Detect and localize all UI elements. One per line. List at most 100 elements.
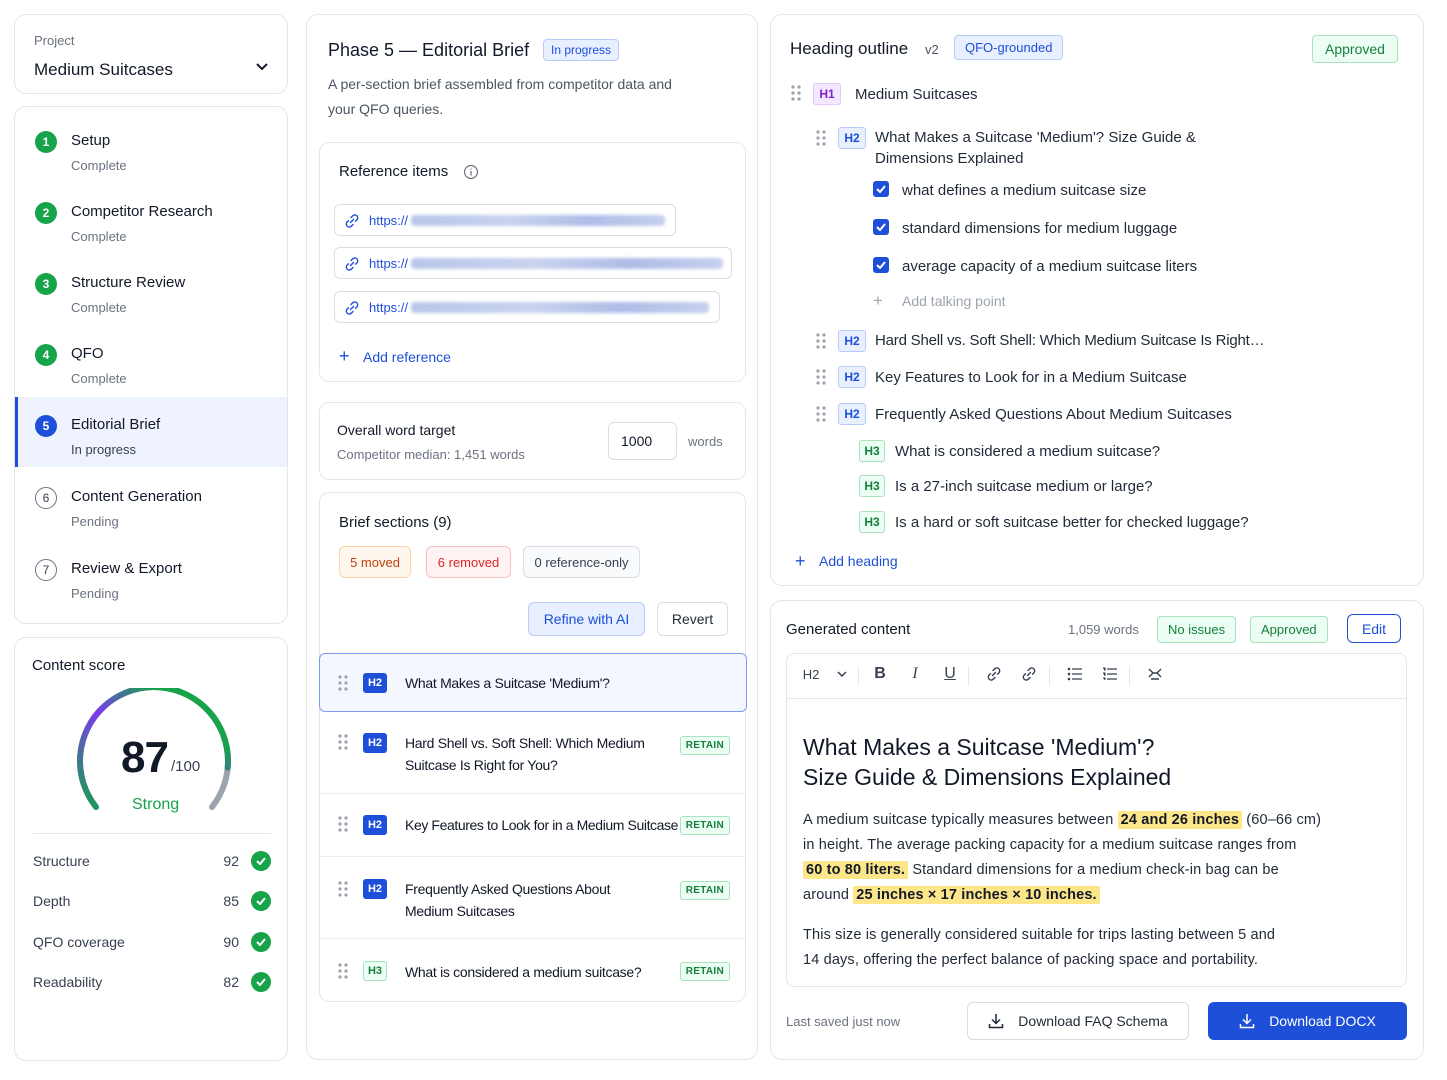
drag-handle-icon[interactable] xyxy=(338,963,348,979)
outline-h3-text[interactable]: Is a hard or soft suitcase better for ch… xyxy=(895,514,1249,531)
drag-handle-icon[interactable] xyxy=(338,881,348,897)
content-score-title: Content score xyxy=(32,657,126,674)
checkbox-checked-icon[interactable] xyxy=(873,181,889,197)
heading-level-badge: H3 xyxy=(859,440,885,462)
removed-filter[interactable]: 6 removed xyxy=(426,546,511,578)
outline-h2-text[interactable]: Hard Shell vs. Soft Shell: Which Medium … xyxy=(875,332,1265,349)
step-number: 3 xyxy=(35,273,57,295)
paragraph-text: Standard dimensions for a medium check-i… xyxy=(912,862,1279,878)
download-faq-label: Download FAQ Schema xyxy=(1018,1013,1168,1029)
link-icon[interactable] xyxy=(983,654,1005,694)
drag-handle-icon[interactable] xyxy=(816,333,826,349)
add-talking-point-button[interactable]: + Add talking point xyxy=(873,291,1053,313)
project-selector[interactable]: Project Medium Suitcases xyxy=(14,14,288,94)
step-content-generation[interactable]: 6 Content Generation Pending xyxy=(15,469,287,539)
unlink-icon[interactable] xyxy=(1018,654,1040,694)
step-status: Pending xyxy=(71,514,119,529)
step-setup[interactable]: 1 Setup Complete xyxy=(15,113,287,183)
project-name: Medium Suitcases xyxy=(34,60,173,79)
step-qfo[interactable]: 4 QFO Complete xyxy=(15,326,287,396)
step-number: 2 xyxy=(35,202,57,224)
heading-level-badge: H1 xyxy=(813,83,841,105)
clear-format-icon[interactable] xyxy=(1144,654,1166,694)
download-docx-button[interactable]: Download DOCX xyxy=(1208,1002,1407,1040)
bullet-list-icon[interactable] xyxy=(1064,654,1086,694)
score-label: Strong xyxy=(132,796,180,813)
step-title: Structure Review xyxy=(71,274,186,291)
competitor-median: Competitor median: 1,451 words xyxy=(337,447,525,462)
drag-handle-icon[interactable] xyxy=(791,85,801,101)
revert-button[interactable]: Revert xyxy=(657,602,728,636)
brief-section-row[interactable]: H2 What Makes a Suitcase 'Medium'? xyxy=(319,653,747,712)
refine-with-ai-button[interactable]: Refine with AI xyxy=(528,602,645,636)
heading-level-badge: H2 xyxy=(838,366,866,388)
reference-url-redacted xyxy=(411,302,709,313)
paragraph-text: in height. The average packing capacity … xyxy=(803,837,1297,853)
bold-icon[interactable]: B xyxy=(869,654,891,694)
italic-icon[interactable]: I xyxy=(904,654,926,694)
outline-h3-text[interactable]: What is considered a medium suitcase? xyxy=(895,443,1160,460)
metric-depth: Depth 85 xyxy=(33,890,271,914)
drag-handle-icon[interactable] xyxy=(816,406,826,422)
download-faq-schema-button[interactable]: Download FAQ Schema xyxy=(967,1002,1189,1040)
reference-link[interactable]: https:// xyxy=(334,247,732,279)
reference-link[interactable]: https:// xyxy=(334,291,720,323)
brief-sections-card: Brief sections (9) 5 moved 6 removed 0 r… xyxy=(319,492,747,1002)
step-review-export[interactable]: 7 Review & Export Pending xyxy=(15,541,287,611)
drag-handle-icon[interactable] xyxy=(816,130,826,146)
step-number: 5 xyxy=(35,415,57,437)
drag-handle-icon[interactable] xyxy=(816,369,826,385)
section-title: What Makes a Suitcase 'Medium'? xyxy=(405,675,610,691)
step-status: Complete xyxy=(71,158,127,173)
heading-level-badge: H3 xyxy=(859,475,885,497)
numbered-list-icon[interactable] xyxy=(1099,654,1121,694)
chevron-down-icon[interactable] xyxy=(255,62,269,72)
content-heading: What Makes a Suitcase 'Medium'? xyxy=(803,734,1155,760)
divider xyxy=(33,833,271,834)
metric-value: 92 xyxy=(223,853,239,869)
plus-icon: + xyxy=(339,346,350,366)
brief-section-row[interactable]: H2 Key Features to Look for in a Medium … xyxy=(320,793,746,856)
drag-handle-icon[interactable] xyxy=(338,675,348,691)
brief-section-row[interactable]: H2 Frequently Asked Questions About Medi… xyxy=(320,856,746,938)
reference-only-filter[interactable]: 0 reference-only xyxy=(523,546,640,578)
brief-section-row[interactable]: H3 What is considered a medium suitcase?… xyxy=(320,938,746,1002)
underline-icon[interactable]: U xyxy=(939,654,961,694)
outline-h2-text[interactable]: Frequently Asked Questions About Medium … xyxy=(875,406,1232,423)
moved-filter[interactable]: 5 moved xyxy=(339,546,411,578)
step-number: 4 xyxy=(35,344,57,366)
heading-level-badge: H3 xyxy=(859,511,885,533)
metric-name: Depth xyxy=(33,893,71,909)
outline-h3-text[interactable]: Is a 27-inch suitcase medium or large? xyxy=(895,478,1153,495)
block-style-select[interactable]: H2 xyxy=(797,654,853,694)
step-number: 7 xyxy=(35,559,57,581)
paragraph-text: A medium suitcase typically measures bet… xyxy=(803,812,1114,828)
paragraph-text: (60–66 cm) xyxy=(1246,812,1322,828)
step-editorial-brief[interactable]: 5 Editorial Brief In progress xyxy=(15,397,287,467)
metric-readability: Readability 82 xyxy=(33,971,271,995)
outline-h2-text[interactable]: What Makes a Suitcase 'Medium'? Size Gui… xyxy=(875,129,1196,146)
checkbox-checked-icon[interactable] xyxy=(873,219,889,235)
generated-content-panel: Generated content 1,059 words No issues … xyxy=(770,600,1424,1060)
paragraph-text: around xyxy=(803,887,850,903)
add-talking-point-label: Add talking point xyxy=(902,293,1006,309)
step-competitor-research[interactable]: 2 Competitor Research Complete xyxy=(15,184,287,254)
reference-url-redacted xyxy=(411,258,723,269)
drag-handle-icon[interactable] xyxy=(338,734,348,750)
check-circle-icon xyxy=(251,932,271,952)
word-target-input[interactable] xyxy=(608,422,677,460)
outline-h1-text[interactable]: Medium Suitcases xyxy=(855,86,978,103)
content-paragraph: A medium suitcase typically measures bet… xyxy=(803,808,1383,908)
step-structure-review[interactable]: 3 Structure Review Complete xyxy=(15,255,287,325)
drag-handle-icon[interactable] xyxy=(338,816,348,832)
checkbox-checked-icon[interactable] xyxy=(873,257,889,273)
brief-section-row[interactable]: H2 Hard Shell vs. Soft Shell: Which Medi… xyxy=(320,712,746,793)
word-target-unit: words xyxy=(688,434,723,449)
check-circle-icon xyxy=(251,972,271,992)
add-heading-button[interactable]: + Add heading xyxy=(795,551,955,573)
edit-button[interactable]: Edit xyxy=(1347,614,1401,643)
outline-h2-text[interactable]: Key Features to Look for in a Medium Sui… xyxy=(875,369,1187,386)
section-title-cont: Medium Suitcases xyxy=(405,903,515,919)
reference-link[interactable]: https:// xyxy=(334,204,676,236)
info-icon[interactable] xyxy=(463,164,479,180)
